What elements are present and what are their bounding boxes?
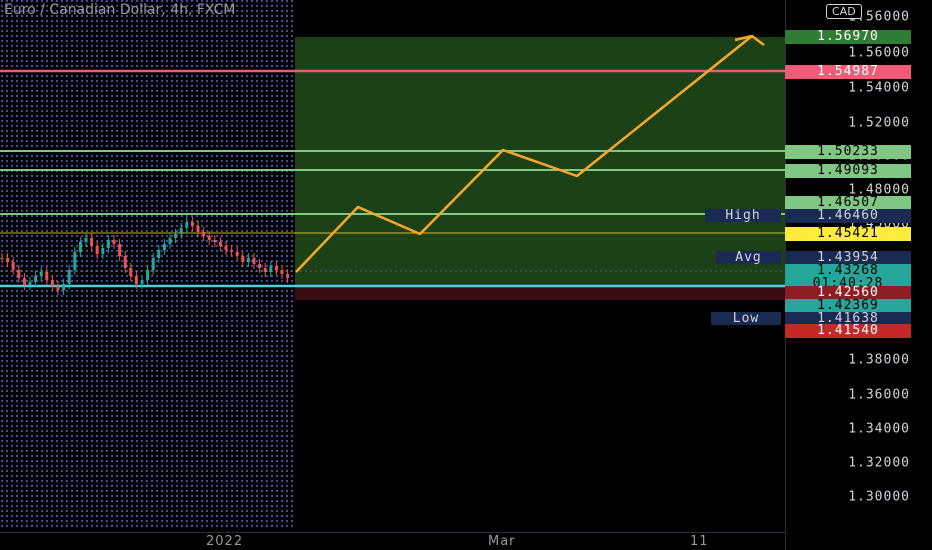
- candle-body: [123, 256, 127, 268]
- price-tick: 1.36000: [848, 387, 910, 403]
- candle-body: [190, 222, 194, 226]
- candle-body: [185, 222, 189, 228]
- candle-body: [84, 238, 88, 242]
- target-zone: [295, 37, 785, 285]
- candle-body: [62, 284, 66, 290]
- candle-body: [269, 266, 273, 272]
- candle-body: [286, 274, 290, 278]
- candle-body: [258, 264, 262, 268]
- price-tag-target: 1.56970: [785, 30, 911, 44]
- candle-body: [202, 232, 206, 236]
- dotted-grid-region: [0, 0, 295, 528]
- candle-body: [146, 270, 150, 280]
- candle-body: [179, 228, 183, 234]
- price-tick: 1.32000: [848, 455, 910, 471]
- price-tag-level2: 1.49093: [785, 164, 911, 178]
- price-tag-red-line: 1.54987: [785, 65, 911, 79]
- chart-area[interactable]: Euro / Canadian Dollar, 4h, FXCM: [0, 0, 785, 532]
- candle-body: [280, 270, 284, 274]
- candle-body: [78, 242, 82, 252]
- candle-body: [230, 250, 234, 252]
- price-tick: 1.30000: [848, 489, 910, 505]
- price-tag-level1: 1.50233: [785, 145, 911, 159]
- candle-body: [50, 280, 54, 286]
- price-tick: 1.54000: [848, 80, 910, 96]
- price-tag-yellow: 1.45421: [785, 227, 911, 241]
- candle-body: [235, 252, 239, 256]
- candle-body: [151, 258, 155, 270]
- time-label-11: 11: [690, 534, 709, 549]
- candle-body: [224, 246, 228, 250]
- candle-body: [17, 270, 21, 278]
- price-tag-high: 1.46460: [785, 209, 911, 223]
- candle-body: [6, 258, 10, 262]
- candle-body: [252, 258, 256, 264]
- candle-body: [134, 276, 138, 284]
- candle-body: [196, 226, 200, 232]
- candle-body: [218, 242, 222, 246]
- price-tag-stop: 1.41540: [785, 324, 911, 338]
- candle-body: [174, 234, 178, 238]
- price-tick: 1.38000: [848, 352, 910, 368]
- candle-body: [0, 258, 4, 259]
- candle-body: [45, 272, 49, 280]
- candle-body: [129, 268, 133, 276]
- candle-body: [168, 238, 172, 244]
- currency-badge[interactable]: CAD: [826, 4, 862, 19]
- avg-label: Avg: [716, 251, 781, 264]
- candle-body: [67, 270, 71, 284]
- candle-body: [56, 286, 60, 290]
- candle-body: [274, 266, 278, 270]
- candle-body: [28, 282, 32, 285]
- price-tick: 1.34000: [848, 421, 910, 437]
- candle-body: [73, 252, 77, 270]
- price-tick: 1.52000: [848, 115, 910, 131]
- chart-canvas[interactable]: [0, 0, 785, 532]
- candle-body: [207, 236, 211, 240]
- candle-body: [34, 276, 38, 282]
- candle-body: [157, 250, 161, 258]
- low-label: Low: [711, 312, 781, 325]
- time-axis[interactable]: 2022 Mar 11: [0, 532, 785, 550]
- candle-body: [90, 238, 94, 246]
- candle-body: [22, 278, 26, 285]
- candle-body: [263, 268, 267, 272]
- candle-body: [95, 246, 99, 254]
- candle-body: [140, 280, 144, 284]
- candle-body: [246, 258, 250, 262]
- candle-body: [112, 240, 116, 244]
- time-label-2022: 2022: [206, 534, 244, 549]
- candle-body: [101, 248, 105, 254]
- high-label: High: [705, 209, 781, 222]
- candle-body: [11, 262, 15, 270]
- candle-body: [241, 256, 245, 262]
- candle-body: [118, 244, 122, 256]
- candle-body: [213, 240, 217, 242]
- time-label-mar: Mar: [488, 534, 516, 549]
- symbol-title[interactable]: Euro / Canadian Dollar, 4h, FXCM: [4, 2, 235, 18]
- price-tick: 1.56000: [848, 45, 910, 61]
- candle-body: [106, 240, 110, 248]
- candle-body: [162, 244, 166, 250]
- candle-body: [39, 272, 43, 276]
